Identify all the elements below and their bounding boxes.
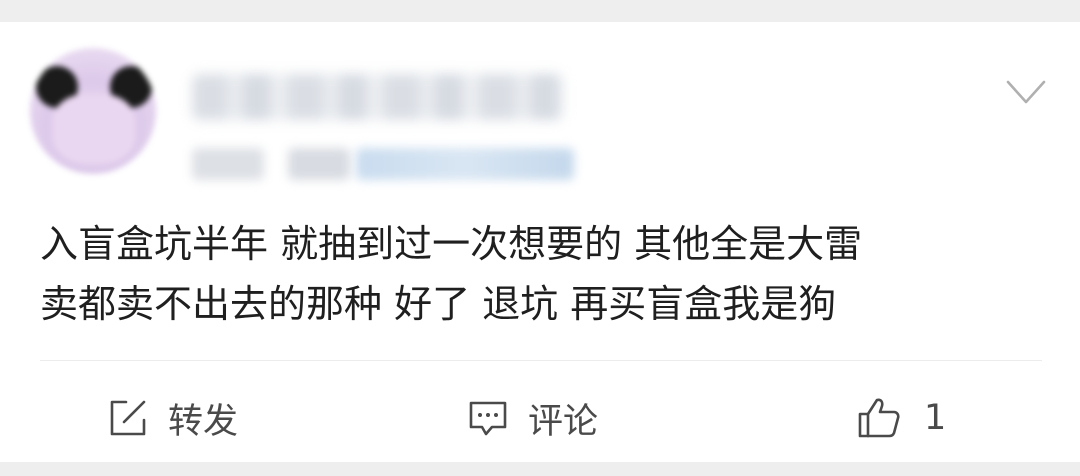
divider	[40, 360, 1042, 361]
comment-button[interactable]: 评论	[466, 394, 598, 442]
post-card: 入盲盒坑半年 就抽到过一次想要的 其他全是大雷 卖都卖不出去的那种 好了 退坑 …	[0, 22, 1080, 462]
edit-share-icon	[110, 400, 146, 436]
post-body: 入盲盒坑半年 就抽到过一次想要的 其他全是大雷 卖都卖不出去的那种 好了 退坑 …	[40, 222, 863, 326]
repost-label: 转发	[168, 401, 239, 442]
username-redacted[interactable]	[192, 74, 564, 120]
like-button[interactable]: 1	[856, 394, 946, 442]
comment-bubble-icon	[469, 401, 507, 436]
repost-button[interactable]: 转发	[106, 394, 238, 442]
thumbs-up-icon	[858, 398, 900, 438]
post-source-redacted	[288, 148, 350, 180]
avatar-face	[52, 94, 136, 164]
post-device-redacted	[356, 148, 574, 180]
comment-label: 评论	[528, 401, 599, 442]
like-count: 1	[924, 398, 947, 438]
avatar[interactable]	[30, 48, 156, 174]
post-time-redacted	[192, 148, 264, 180]
chevron-down-icon[interactable]	[1006, 78, 1046, 108]
